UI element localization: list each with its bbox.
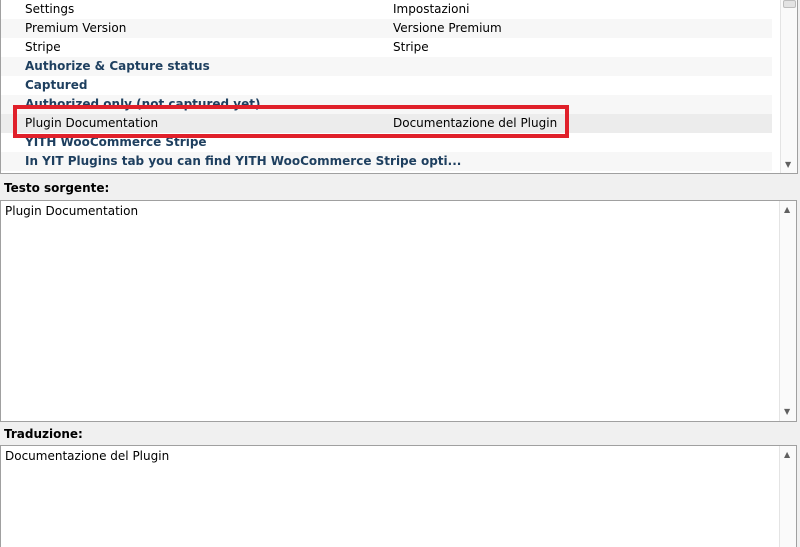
translation-label: Traduzione: — [4, 427, 83, 441]
highlight-annotation — [13, 105, 569, 138]
list-item-translation: Impostazioni — [393, 2, 470, 16]
scroll-up-icon[interactable]: ▲ — [784, 451, 790, 459]
list-item-source: Settings — [25, 2, 75, 16]
list-item[interactable]: Authorize & Capture status — [1, 57, 772, 76]
strings-list[interactable]: Settings Impostazioni Premium Version Ve… — [0, 0, 798, 174]
source-text-content: Plugin Documentation — [5, 204, 139, 218]
scrollbar-thumb[interactable] — [783, 0, 796, 8]
translation-text-content: Documentazione del Plugin — [5, 449, 170, 463]
list-item[interactable]: Stripe Stripe — [1, 38, 772, 57]
scroll-down-icon[interactable]: ▼ — [785, 161, 791, 169]
list-item-source: Stripe — [25, 40, 61, 54]
list-item[interactable]: Premium Version Versione Premium — [1, 19, 772, 38]
list-item-source: Captured — [25, 78, 88, 92]
list-item-translation: Stripe — [393, 40, 429, 54]
source-text-area[interactable]: Plugin Documentation ▲ ▼ — [0, 200, 797, 422]
translation-scrollbar[interactable]: ▲ — [779, 446, 796, 547]
translation-text-area[interactable]: Documentazione del Plugin ▲ — [0, 445, 797, 547]
list-item-source: In YIT Plugins tab you can find YITH Woo… — [25, 154, 462, 168]
list-scrollbar[interactable]: ▼ — [780, 0, 797, 173]
list-item-source: Premium Version — [25, 21, 127, 35]
list-item[interactable]: Captured — [1, 76, 772, 95]
source-text-label: Testo sorgente: — [4, 181, 110, 195]
scroll-down-icon[interactable]: ▼ — [784, 408, 790, 416]
list-item-source: Authorize & Capture status — [25, 59, 210, 73]
list-item-translation: Versione Premium — [393, 21, 502, 35]
source-scrollbar[interactable]: ▲ ▼ — [779, 201, 796, 421]
list-item[interactable]: In YIT Plugins tab you can find YITH Woo… — [1, 152, 772, 171]
list-item[interactable]: Settings Impostazioni — [1, 0, 772, 19]
scroll-up-icon[interactable]: ▲ — [784, 206, 790, 214]
